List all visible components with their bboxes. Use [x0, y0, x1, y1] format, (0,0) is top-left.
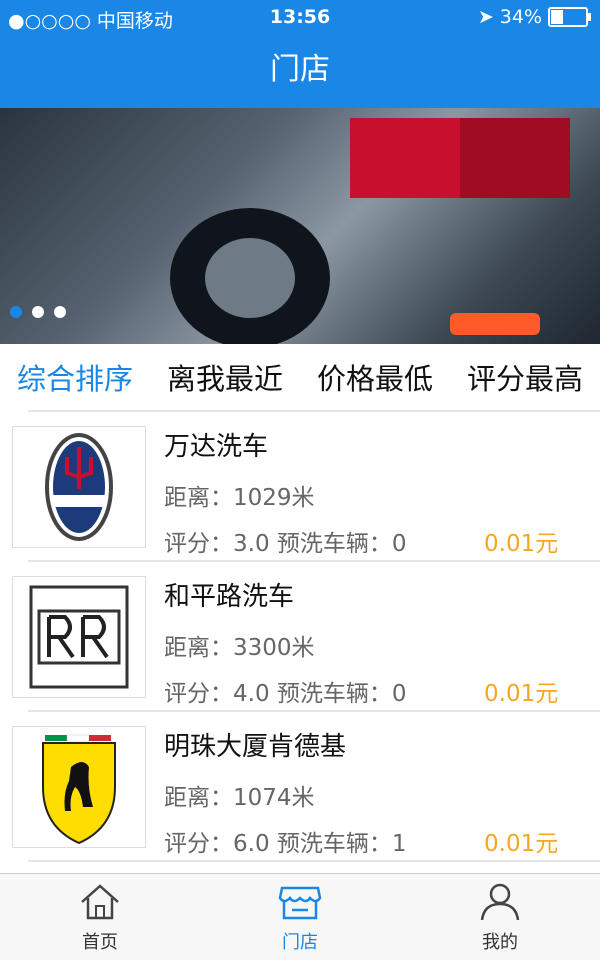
store-price: 0.01元 — [484, 531, 559, 557]
store-distance: 距离：1029米 — [164, 485, 315, 511]
banner-image — [170, 118, 570, 344]
maserati-logo — [12, 426, 146, 548]
nav-bar: 门店 — [0, 36, 600, 108]
store-name: 和平路洗车 — [164, 582, 295, 612]
location-icon: ➤ — [477, 6, 494, 28]
store-distance: 距离：3300米 — [164, 635, 315, 661]
store-distance: 距离：1074米 — [164, 785, 315, 811]
store-meta: 评分：3.0 预洗车辆：0 — [164, 531, 407, 557]
store-meta: 评分：4.0 预洗车辆：0 — [164, 681, 407, 707]
tab-store[interactable]: 门店 — [200, 874, 400, 960]
sort-tab-cheapest[interactable]: 价格最低 — [317, 356, 433, 398]
tab-home[interactable]: 首页 — [0, 874, 200, 960]
carousel-dot[interactable] — [10, 306, 22, 318]
battery-icon — [548, 7, 591, 27]
store-price: 0.01元 — [484, 681, 559, 707]
tab-mine-label: 我的 — [482, 932, 518, 953]
tab-mine[interactable]: 我的 — [400, 874, 600, 960]
store-item[interactable]: 和平路洗车 距离：3300米 评分：4.0 预洗车辆：0 0.01元 — [0, 562, 600, 710]
status-bar: ●○○○○ 中国移动 13:56 ➤ 34% — [0, 0, 600, 36]
tab-store-label: 门店 — [282, 932, 318, 953]
store-item[interactable]: 万达洗车 距离：1029米 评分：3.0 预洗车辆：0 0.01元 — [0, 412, 600, 560]
battery-percent: 34% — [499, 6, 542, 28]
carousel-dot[interactable] — [32, 306, 44, 318]
sort-tab-nearest[interactable]: 离我最近 — [167, 356, 283, 398]
store-name: 万达洗车 — [164, 432, 269, 462]
store-list: 万达洗车 距离：1029米 评分：3.0 预洗车辆：0 0.01元 和平路洗车 … — [0, 410, 600, 862]
sort-tab-top-rated[interactable]: 评分最高 — [467, 356, 583, 398]
store-icon — [278, 886, 322, 920]
rolls-royce-logo — [12, 576, 146, 698]
home-icon — [81, 884, 119, 920]
carousel-dots[interactable] — [10, 306, 66, 318]
store-price: 0.01元 — [484, 831, 559, 857]
tab-home-label: 首页 — [82, 932, 118, 953]
user-icon — [480, 883, 520, 921]
sort-tab-comprehensive[interactable]: 综合排序 — [17, 356, 133, 398]
carousel-dot[interactable] — [54, 306, 66, 318]
store-meta: 评分：6.0 预洗车辆：1 — [164, 831, 407, 857]
store-item[interactable]: 明珠大厦肯德基 距离：1074米 评分：6.0 预洗车辆：1 0.01元 — [0, 712, 600, 860]
ferrari-logo — [12, 726, 146, 848]
tab-bar: 首页 门店 我的 — [0, 873, 600, 960]
banner-carousel[interactable] — [0, 108, 600, 344]
sort-tabs: 综合排序 离我最近 价格最低 评分最高 — [0, 344, 600, 410]
page-title: 门店 — [270, 52, 330, 87]
store-name: 明珠大厦肯德基 — [164, 732, 347, 762]
divider — [28, 860, 600, 862]
